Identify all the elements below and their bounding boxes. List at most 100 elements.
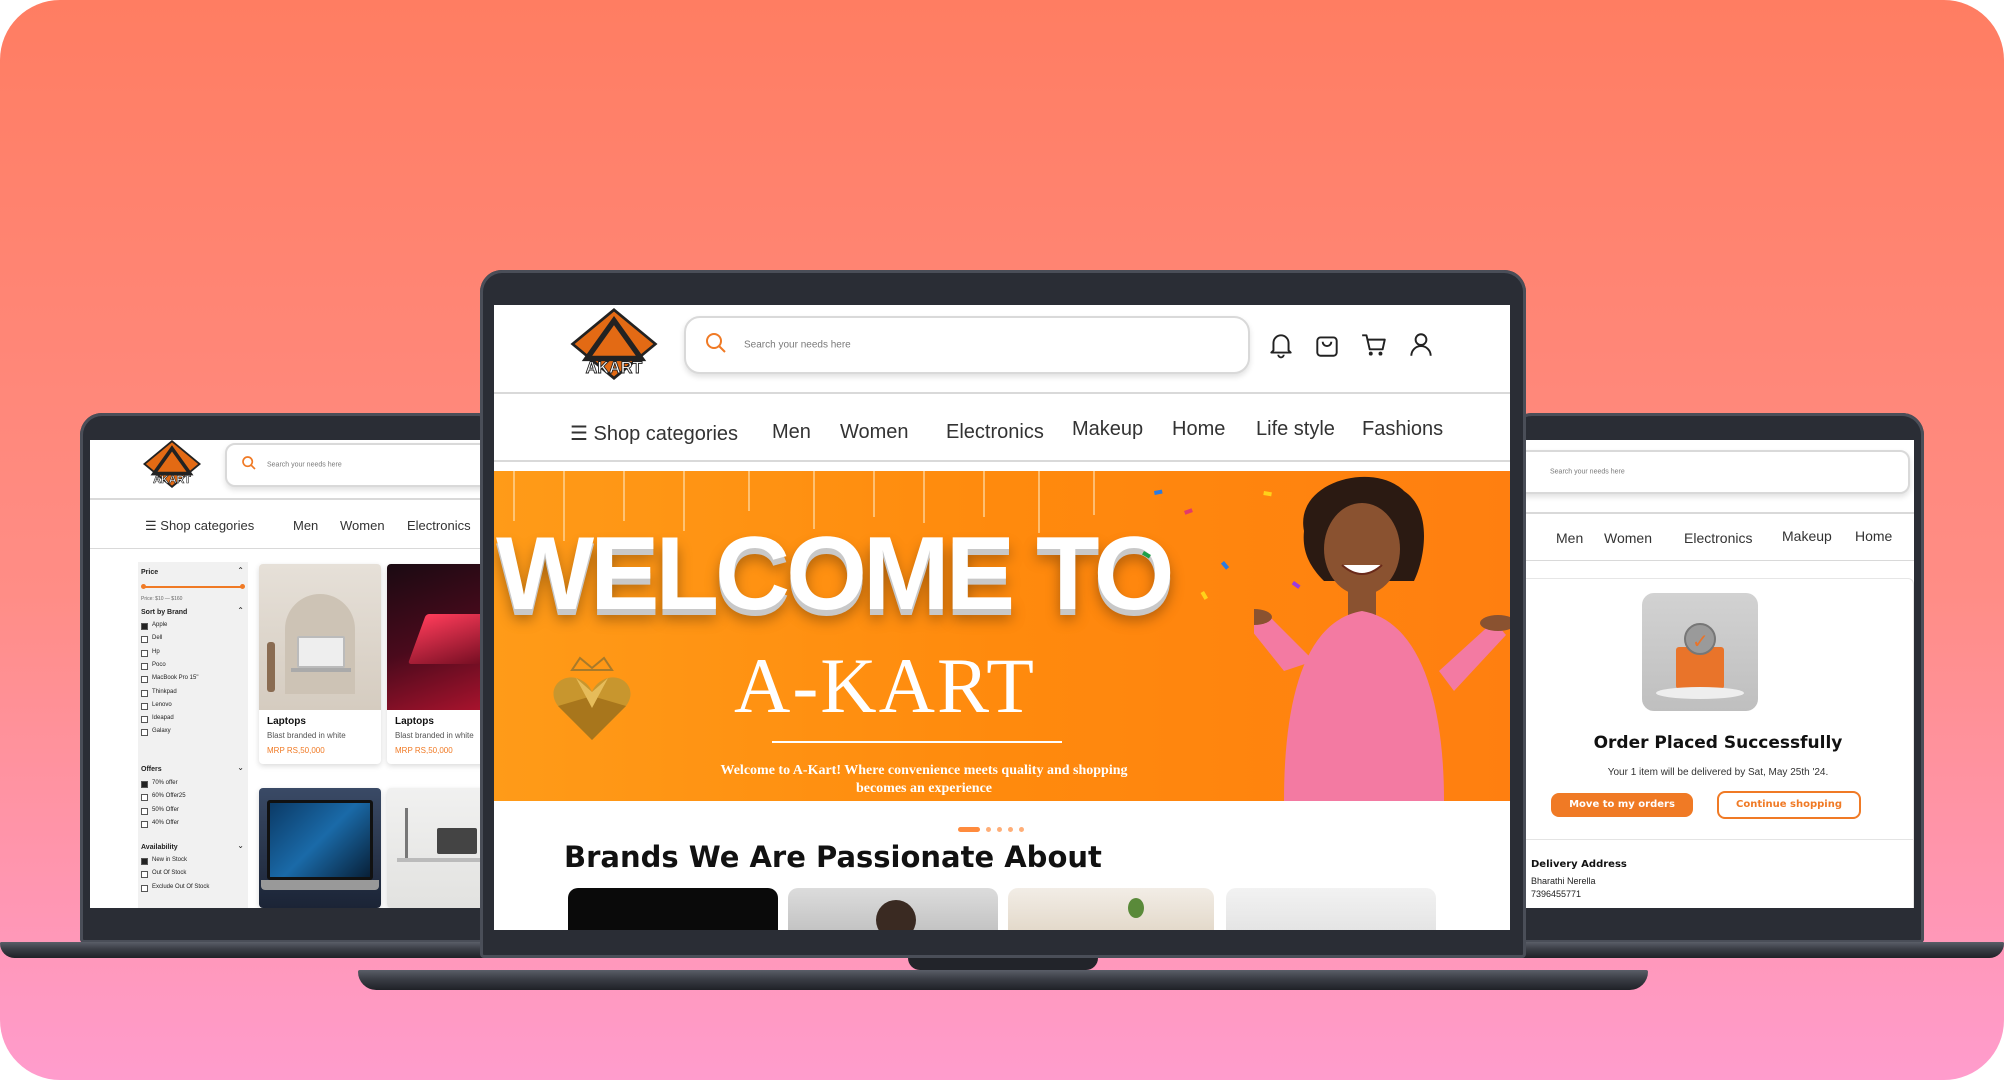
header-icons [1268,331,1448,361]
offer-filter-checkbox[interactable] [141,794,148,802]
user-icon[interactable] [1408,331,1434,363]
brand-filter-checkbox[interactable] [141,662,148,670]
nav-men[interactable]: Men [293,518,318,533]
offer-filter-label: 40% Offer [152,819,179,826]
brand-filter-checkbox[interactable] [141,676,148,684]
center-screen: AKART Search your needs here ☰ Shop cate… [494,305,1510,930]
order-title: Order Placed Successfully [1593,733,1843,753]
akart-logo[interactable]: AKART [569,308,659,380]
availability-filter-checkbox[interactable] [141,884,148,892]
brand-card[interactable] [1226,888,1436,930]
offer-filter-checkbox[interactable] [141,820,148,828]
header-divider [494,392,1510,394]
nav-home[interactable]: Home [1855,528,1892,544]
price-slider[interactable] [141,584,245,589]
nav-men[interactable]: Men [772,421,811,444]
hero-tagline: Welcome to A-Kart! Where convenience mee… [644,762,1204,797]
brand-filter-checkbox[interactable] [141,689,148,697]
nav-electronics[interactable]: Electronics [1684,530,1752,546]
chevron-up-icon[interactable]: ⌃ [237,606,244,615]
chevron-down-icon[interactable]: ⌄ [237,763,244,772]
carousel-dots[interactable] [958,817,1030,832]
brand-filter-label: MacBook Pro 15" [152,675,199,682]
laptop-product-image [387,564,490,710]
search-input[interactable]: Search your needs here [684,316,1250,374]
brand-filter-label: Thinkpad [152,688,177,695]
product-title: Laptops [395,716,434,727]
carousel-dot[interactable] [1008,827,1013,832]
offer-filter-checkbox[interactable] [141,807,148,815]
brand-card[interactable] [1008,888,1214,930]
nav-home[interactable]: Home [1172,418,1225,441]
nav-fashions[interactable]: Fashions [1362,418,1443,441]
brand-card[interactable] [788,888,998,930]
cart-icon[interactable] [1360,331,1388,363]
brand-filter-checkbox[interactable] [141,716,148,724]
availability-filter-checkbox[interactable] [141,858,148,865]
carousel-dot[interactable] [997,827,1002,832]
availability-filter-checkbox[interactable] [141,871,148,879]
offer-filter-label: 60% Offer25 [152,793,186,800]
menu-icon: ☰ [570,423,594,445]
move-to-orders-button[interactable]: Move to my orders [1551,793,1693,817]
brand-filter-checkbox[interactable] [141,729,148,737]
logo-text: AKART [586,359,643,377]
brand-filter-label: Galaxy [152,728,171,735]
product-card[interactable]: Laptops Blast branded in white MRP RS,50… [259,564,381,764]
nav-women[interactable]: Women [1604,530,1652,546]
brand-filter-checkbox[interactable] [141,649,148,657]
nav-women[interactable]: Women [840,421,909,444]
availability-filter-title: Availability [141,844,178,851]
nav-makeup[interactable]: Makeup [1072,418,1143,441]
chevron-down-icon[interactable]: ⌄ [237,841,244,850]
nav-electronics[interactable]: Electronics [946,421,1044,444]
search-input[interactable]: Search your needs here [1520,450,1910,494]
nav-makeup[interactable]: Makeup [1782,528,1832,544]
offer-filter-checkbox[interactable] [141,781,148,788]
product-card[interactable] [259,788,381,908]
product-card[interactable] [387,788,490,908]
right-category-nav: Men Women Electronics Makeup Home [1520,528,1914,548]
filter-panel: Price ⌃ Price: $10 — $160 Sort by Brand … [138,562,248,908]
header-divider [1520,512,1914,514]
left-screen: AKART Search your needs here ☰ Shop cate… [90,440,490,908]
continue-shopping-button[interactable]: Continue shopping [1717,791,1861,819]
delivery-address-title: Delivery Address [1531,859,1627,870]
search-placeholder: Search your needs here [1550,468,1625,476]
nav-divider [90,548,490,549]
nav-women[interactable]: Women [340,518,385,533]
shopping-bag-icon[interactable] [1314,331,1340,363]
chevron-up-icon[interactable]: ⌃ [237,566,244,575]
nav-divider [494,460,1510,462]
bell-icon[interactable] [1268,331,1294,363]
carousel-dot[interactable] [986,827,991,832]
offers-filter-title: Offers [141,766,162,773]
availability-filter-label: Out Of Stock [152,870,187,877]
brand-filter-checkbox[interactable] [141,636,148,644]
product-card[interactable]: Laptops Blast branded in white MRP RS,50… [387,564,490,764]
nav-divider [1520,560,1914,561]
delivery-phone: 7396455771 [1531,889,1582,899]
search-input[interactable]: Search your needs here [225,443,490,487]
brand-filter-title: Sort by Brand [141,609,188,616]
brand-card[interactable] [568,888,778,930]
left-category-nav: ☰ Shop categories Men Women Electronics [145,518,490,538]
product-title: Laptops [267,716,306,727]
brand-filter-label: Hp [152,648,160,655]
akart-logo[interactable]: AKART [142,440,202,488]
delivery-name: Bharathi Nerella [1531,876,1596,886]
nav-men[interactable]: Men [1556,530,1583,546]
hero-welcome-text: WELCOME TO [496,516,1174,632]
brand-filter-checkbox[interactable] [141,623,148,630]
product-subtitle: Blast branded in white [267,731,346,740]
search-icon [704,331,728,359]
carousel-dot[interactable] [1019,827,1024,832]
shop-categories-button[interactable]: ☰ Shop categories [145,518,254,534]
brand-filter-checkbox[interactable] [141,702,148,710]
nav-lifestyle[interactable]: Life style [1256,418,1335,441]
carousel-dot[interactable] [958,827,980,832]
shop-categories-button[interactable]: ☰ Shop categories [570,421,738,446]
header-divider [90,498,490,500]
nav-electronics[interactable]: Electronics [407,518,471,533]
hero-banner[interactable]: WELCOME TO A-KART Welcome to A-Kart! Whe… [494,471,1510,801]
